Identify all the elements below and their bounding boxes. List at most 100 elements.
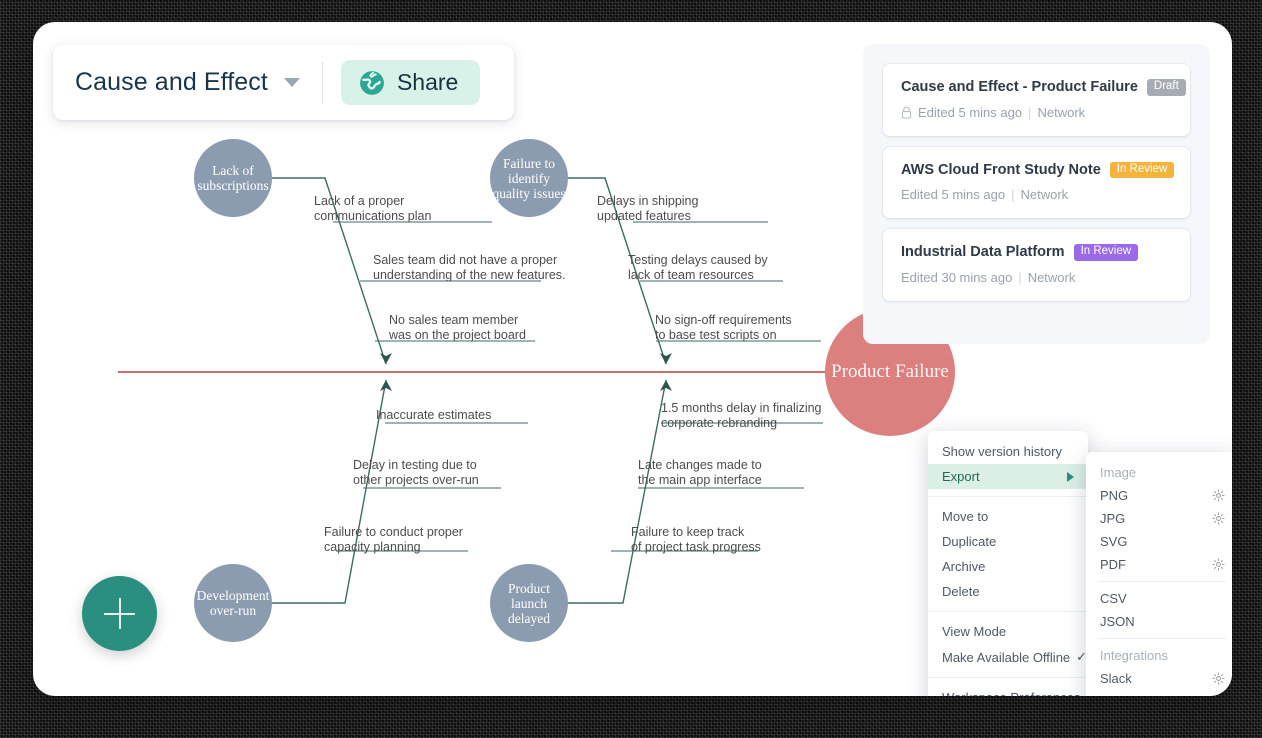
document-card[interactable]: Cause and Effect - Product Failure Draft… xyxy=(883,64,1190,136)
cause-label[interactable]: Lack of a proper communications plan xyxy=(314,194,431,224)
documents-panel: Cause and Effect - Product Failure Draft… xyxy=(863,44,1210,344)
gear-icon[interactable] xyxy=(1212,512,1225,525)
lock-icon xyxy=(901,106,912,119)
document-meta-row: Edited 30 mins ago | Network xyxy=(901,270,1172,285)
menu-item-label: Workspace Preferences xyxy=(942,690,1081,696)
document-title-row: Cause and Effect - Product Failure Draft xyxy=(901,79,1186,96)
menu-item-label: Make Available Offline xyxy=(942,649,1071,665)
context-menu: Show version history Export Move to Dupl… xyxy=(928,431,1088,696)
cause-node-4[interactable]: Product launch delayed xyxy=(490,564,568,642)
cause-label[interactable]: Inaccurate estimates xyxy=(376,408,491,423)
document-scope: Network xyxy=(1037,104,1086,120)
menu-item-view-mode[interactable]: View Mode xyxy=(928,619,1088,644)
gear-icon[interactable] xyxy=(1212,672,1225,685)
cause-node-label: Product launch delayed xyxy=(508,580,550,626)
submenu-item-csv[interactable]: CSV xyxy=(1086,587,1232,610)
meta-separator: | xyxy=(1011,187,1015,202)
caret-right-icon xyxy=(1067,471,1074,482)
cause-node-1[interactable]: Lack of subscriptions xyxy=(194,139,272,217)
document-meta-row: Edited 5 mins ago | Network xyxy=(901,105,1172,120)
gear-icon[interactable] xyxy=(1212,489,1225,502)
menu-item-label: Show version history xyxy=(942,444,1062,459)
cause-label[interactable]: Delays in shipping updated features xyxy=(597,194,698,224)
document-edited: Edited 5 mins ago xyxy=(901,187,1006,202)
cause-node-2[interactable]: Failure to identify quality issues xyxy=(490,139,568,217)
menu-item-workspace-preferences[interactable]: Workspace Preferences xyxy=(928,685,1088,696)
menu-item-label: View Mode xyxy=(942,624,1007,639)
submenu-item-label: PDF xyxy=(1100,557,1126,572)
document-scope: Network xyxy=(1027,269,1076,285)
cause-node-label: Failure to identify quality issues xyxy=(492,155,566,201)
share-button-label: Share xyxy=(396,69,459,95)
submenu-item-pdf[interactable]: PDF xyxy=(1086,553,1232,576)
menu-item-label: Export xyxy=(942,469,980,484)
toolbar-divider xyxy=(321,61,323,104)
effect-node-label: Product Failure xyxy=(831,361,949,382)
menu-item-archive[interactable]: Archive xyxy=(928,554,1088,579)
cause-label[interactable]: Sales team did not have a proper underst… xyxy=(373,253,566,283)
document-name: AWS Cloud Front Study Note xyxy=(901,161,1101,178)
menu-item-show-version-history[interactable]: Show version history xyxy=(928,439,1088,464)
document-toolbar: Cause and Effect Share xyxy=(53,45,514,120)
menu-item-label: Duplicate xyxy=(942,534,997,549)
cause-label[interactable]: Testing delays caused by lack of team re… xyxy=(628,253,768,283)
gear-icon[interactable] xyxy=(1212,695,1225,696)
document-card[interactable]: Industrial Data Platform In Review Edite… xyxy=(883,229,1190,301)
cause-label[interactable]: Delay in testing due to other projects o… xyxy=(353,458,479,488)
menu-divider xyxy=(928,611,1088,612)
menu-item-label: Delete xyxy=(942,584,980,599)
submenu-item-label: CSV xyxy=(1100,591,1127,606)
document-card[interactable]: AWS Cloud Front Study Note In Review Edi… xyxy=(883,146,1190,218)
submenu-item-label: Google Drive xyxy=(1100,694,1176,696)
cause-node-label: Lack of subscriptions xyxy=(197,163,269,193)
cause-node-label: Development over-run xyxy=(196,588,270,618)
gear-icon[interactable] xyxy=(1212,558,1225,571)
menu-item-delete[interactable]: Delete xyxy=(928,579,1088,604)
document-edited: Edited 5 mins ago xyxy=(918,104,1023,120)
submenu-item-jpg[interactable]: JPG xyxy=(1086,507,1232,530)
submenu-divider xyxy=(1098,638,1226,639)
app-window: Lack of subscriptions Failure to identif… xyxy=(33,22,1232,696)
submenu-item-svg[interactable]: SVG xyxy=(1086,530,1232,553)
submenu-divider xyxy=(1098,581,1226,582)
submenu-item-json[interactable]: JSON xyxy=(1086,610,1232,633)
cause-label[interactable]: No sign-off requirements to base test sc… xyxy=(655,313,792,343)
status-badge: In Review xyxy=(1109,161,1175,178)
submenu-item-slack[interactable]: Slack xyxy=(1086,667,1232,690)
share-button[interactable]: Share xyxy=(340,60,481,105)
cause-label[interactable]: 1.5 months delay in finalizing corporate… xyxy=(661,401,822,431)
submenu-item-png[interactable]: PNG xyxy=(1086,484,1232,507)
globe-icon xyxy=(360,70,384,95)
meta-separator: | xyxy=(1028,104,1032,120)
document-scope: Network xyxy=(1020,187,1069,202)
submenu-item-label: JSON xyxy=(1100,614,1135,629)
document-name: Industrial Data Platform xyxy=(901,244,1065,261)
page-title: Cause and Effect xyxy=(75,68,268,96)
cause-node-3[interactable]: Development over-run xyxy=(194,564,272,642)
status-badge: Draft xyxy=(1146,79,1186,96)
submenu-item-google-drive[interactable]: Google Drive xyxy=(1086,690,1232,696)
menu-item-duplicate[interactable]: Duplicate xyxy=(928,529,1088,554)
chevron-down-icon[interactable] xyxy=(283,78,300,87)
submenu-item-label: SVG xyxy=(1100,534,1128,549)
submenu-group-header-integrations: Integrations xyxy=(1100,648,1168,663)
status-badge: In Review xyxy=(1073,244,1139,261)
submenu-item-label: JPG xyxy=(1100,511,1126,526)
cause-label[interactable]: Failure to keep track of project task pr… xyxy=(631,525,761,555)
document-name: Cause and Effect - Product Failure xyxy=(901,79,1138,96)
menu-item-move-to[interactable]: Move to xyxy=(928,504,1088,529)
menu-divider xyxy=(928,677,1088,678)
document-title-row: AWS Cloud Front Study Note In Review xyxy=(901,161,1175,178)
menu-item-label: Move to xyxy=(942,509,989,524)
menu-divider xyxy=(928,496,1088,497)
meta-separator: | xyxy=(1018,269,1022,285)
export-submenu: Image PNG JPG SVG PDF CSV JSON Integrati… xyxy=(1086,452,1232,696)
cause-label[interactable]: Failure to conduct proper capacity plann… xyxy=(324,525,463,555)
cause-label[interactable]: No sales team member was on the project … xyxy=(389,313,526,343)
cause-label[interactable]: Late changes made to the main app interf… xyxy=(638,458,762,488)
add-node-button[interactable] xyxy=(82,576,157,651)
submenu-item-label: PNG xyxy=(1100,488,1129,503)
screenshot-root: Lack of subscriptions Failure to identif… xyxy=(0,0,1262,738)
menu-item-make-available-offline[interactable]: Make Available Offline ✓ xyxy=(928,644,1088,670)
menu-item-export[interactable]: Export xyxy=(928,464,1088,489)
